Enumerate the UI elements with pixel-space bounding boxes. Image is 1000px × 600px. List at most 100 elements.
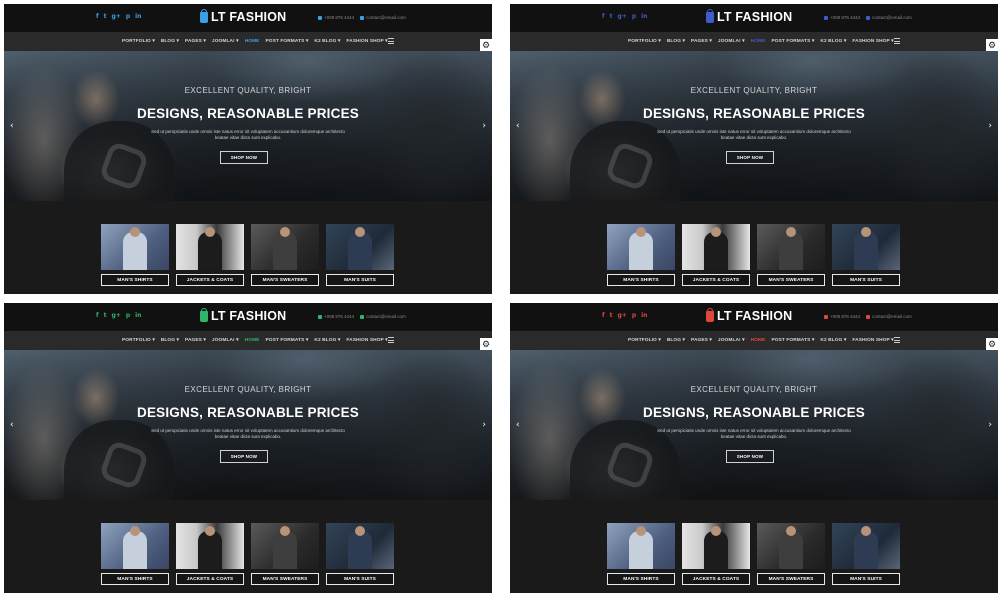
nav-item-joomla[interactable]: JOOMLA! ▾ [718,337,745,344]
category-label-button[interactable]: MAN'S SUITS [326,274,394,286]
nav-item-blog[interactable]: BLOG ▾ [667,337,685,344]
category-card[interactable]: MAN'S SHIRTS [607,523,675,585]
category-card[interactable]: JACKETS & COATS [176,224,244,286]
slider-next-icon[interactable]: › [988,420,992,430]
shop-now-button[interactable]: SHOP NOW [220,151,268,164]
category-thumbnail[interactable] [832,224,900,270]
nav-item-joomla[interactable]: JOOMLA! ▾ [718,38,745,45]
nav-item-post-formats[interactable]: POST FORMATS ▾ [771,337,814,344]
twitter-icon[interactable]: t [104,13,107,21]
nav-item-fashion-shop[interactable]: FASHION SHOP ▾ [852,337,893,344]
google-plus-icon[interactable]: g+ [618,312,627,320]
category-thumbnail[interactable] [757,523,825,569]
nav-item-blog[interactable]: BLOG ▾ [161,38,179,45]
category-thumbnail[interactable] [251,523,319,569]
nav-item-home[interactable]: HOME [245,38,260,45]
category-card[interactable]: JACKETS & COATS [682,224,750,286]
hamburger-menu-icon[interactable] [894,337,900,343]
category-thumbnail[interactable] [757,224,825,270]
category-card[interactable]: MAN'S SWEATERS [757,224,825,286]
site-logo[interactable]: LT FASHION [706,8,792,24]
category-thumbnail[interactable] [607,224,675,270]
email-item[interactable]: contact@email.com [360,15,406,21]
nav-item-k2-blog[interactable]: K2 BLOG ▾ [820,38,846,45]
email-item[interactable]: contact@email.com [360,314,406,320]
nav-item-fashion-shop[interactable]: FASHION SHOP ▾ [346,337,387,344]
facebook-icon[interactable]: f [602,312,605,320]
shop-now-button[interactable]: SHOP NOW [726,450,774,463]
category-card[interactable]: MAN'S SUITS [326,523,394,585]
nav-item-k2-blog[interactable]: K2 BLOG ▾ [820,337,846,344]
category-label-button[interactable]: JACKETS & COATS [176,573,244,585]
slider-prev-icon[interactable]: ‹ [10,420,14,430]
site-logo[interactable]: LT FASHION [706,307,792,323]
nav-item-home[interactable]: HOME [751,38,766,45]
pinterest-icon[interactable]: p [126,13,130,21]
facebook-icon[interactable]: f [96,13,99,21]
category-thumbnail[interactable] [682,523,750,569]
nav-item-home[interactable]: HOME [751,337,766,344]
nav-item-pages[interactable]: PAGES ▾ [691,337,712,344]
category-thumbnail[interactable] [176,523,244,569]
category-card[interactable]: MAN'S SWEATERS [251,523,319,585]
nav-item-portfolio[interactable]: PORTFOLIO ▾ [122,38,155,45]
category-thumbnail[interactable] [251,224,319,270]
category-card[interactable]: MAN'S SWEATERS [757,523,825,585]
email-text[interactable]: contact@email.com [366,15,406,21]
category-label-button[interactable]: MAN'S SUITS [832,274,900,286]
nav-item-joomla[interactable]: JOOMLA! ▾ [212,38,239,45]
google-plus-icon[interactable]: g+ [618,13,627,21]
email-item[interactable]: contact@email.com [866,15,912,21]
category-label-button[interactable]: MAN'S SHIRTS [607,274,675,286]
category-label-button[interactable]: MAN'S SHIRTS [101,573,169,585]
email-item[interactable]: contact@email.com [866,314,912,320]
category-thumbnail[interactable] [176,224,244,270]
category-card[interactable]: JACKETS & COATS [682,523,750,585]
category-label-button[interactable]: MAN'S SWEATERS [251,573,319,585]
nav-item-portfolio[interactable]: PORTFOLIO ▾ [628,337,661,344]
category-label-button[interactable]: MAN'S SHIRTS [607,573,675,585]
nav-item-pages[interactable]: PAGES ▾ [185,337,206,344]
pinterest-icon[interactable]: p [126,312,130,320]
nav-item-k2-blog[interactable]: K2 BLOG ▾ [314,337,340,344]
category-thumbnail[interactable] [607,523,675,569]
slider-prev-icon[interactable]: ‹ [516,420,520,430]
category-thumbnail[interactable] [832,523,900,569]
nav-item-joomla[interactable]: JOOMLA! ▾ [212,337,239,344]
facebook-icon[interactable]: f [602,13,605,21]
shop-now-button[interactable]: SHOP NOW [726,151,774,164]
category-label-button[interactable]: MAN'S SUITS [832,573,900,585]
settings-gear-icon[interactable]: ⚙ [986,39,998,51]
category-label-button[interactable]: JACKETS & COATS [176,274,244,286]
hamburger-menu-icon[interactable] [388,38,394,44]
slider-prev-icon[interactable]: ‹ [516,121,520,131]
facebook-icon[interactable]: f [96,312,99,320]
category-card[interactable]: MAN'S SUITS [832,523,900,585]
nav-item-home[interactable]: HOME [245,337,260,344]
category-card[interactable]: MAN'S SHIRTS [101,523,169,585]
nav-item-pages[interactable]: PAGES ▾ [691,38,712,45]
category-card[interactable]: JACKETS & COATS [176,523,244,585]
nav-item-k2-blog[interactable]: K2 BLOG ▾ [314,38,340,45]
settings-gear-icon[interactable]: ⚙ [480,338,492,350]
slider-next-icon[interactable]: › [988,121,992,131]
slider-next-icon[interactable]: › [482,121,486,131]
nav-item-post-formats[interactable]: POST FORMATS ▾ [265,337,308,344]
settings-gear-icon[interactable]: ⚙ [480,39,492,51]
category-label-button[interactable]: MAN'S SHIRTS [101,274,169,286]
hamburger-menu-icon[interactable] [894,38,900,44]
category-label-button[interactable]: JACKETS & COATS [682,274,750,286]
category-card[interactable]: MAN'S SUITS [326,224,394,286]
nav-item-fashion-shop[interactable]: FASHION SHOP ▾ [346,38,387,45]
google-plus-icon[interactable]: g+ [112,312,121,320]
linkedin-icon[interactable]: in [135,13,141,21]
category-thumbnail[interactable] [101,224,169,270]
category-label-button[interactable]: MAN'S SWEATERS [757,573,825,585]
email-text[interactable]: contact@email.com [366,314,406,320]
nav-item-blog[interactable]: BLOG ▾ [161,337,179,344]
category-thumbnail[interactable] [326,224,394,270]
category-label-button[interactable]: JACKETS & COATS [682,573,750,585]
site-logo[interactable]: LT FASHION [200,307,286,323]
category-card[interactable]: MAN'S SHIRTS [607,224,675,286]
nav-item-pages[interactable]: PAGES ▾ [185,38,206,45]
